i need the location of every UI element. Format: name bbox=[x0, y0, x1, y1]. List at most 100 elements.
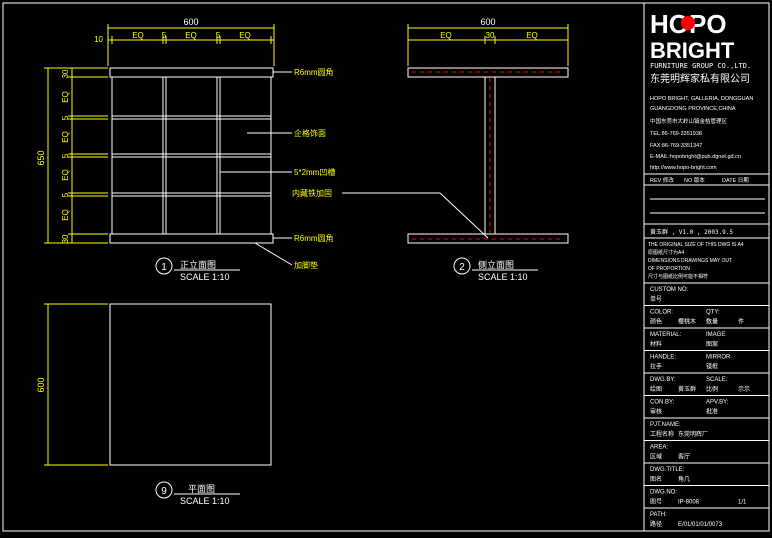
plan-dimension-lines bbox=[44, 303, 108, 466]
field-1-value: 樱桃木 bbox=[678, 318, 696, 326]
field-6-label-cn: 工程名称 bbox=[650, 430, 674, 438]
plan-label-number: 9 bbox=[161, 486, 167, 497]
front-top-dim-4: 5 bbox=[216, 31, 221, 40]
rev-header-rev: REV 修改 bbox=[650, 176, 674, 184]
field-4-value: 黄玉群 bbox=[678, 385, 696, 393]
field-2-label-en: MATERIAL: bbox=[650, 332, 682, 338]
front-side-dim-1: EQ bbox=[61, 91, 70, 103]
plan-view-scale: SCALE 1:10 bbox=[180, 496, 230, 506]
field-9-label-cn: 图号 bbox=[650, 499, 662, 506]
field-1-value2: 件 bbox=[738, 318, 744, 326]
callout-groove: 5*2mm凹槽 bbox=[294, 167, 335, 177]
company-info-4: FAX:86-769-3351347 bbox=[650, 143, 702, 149]
field-4-value2: 示示 bbox=[738, 386, 750, 393]
logo-company-cn: 东莞明辉家私有限公司 bbox=[650, 72, 750, 85]
title-block: HOPO BRIGHT FURNITURE GROUP CO.,LTD. 东莞明… bbox=[643, 3, 769, 531]
note-0: THE ORIGINAL SIZE OF THIS DWG IS A4 bbox=[648, 242, 744, 248]
callout-top-radius: R6mm圆角 bbox=[294, 67, 334, 77]
plan-view-rect bbox=[109, 303, 272, 466]
field-8-label-cn: 图名 bbox=[650, 475, 662, 483]
field-10-value: E/01/01/01/0073 bbox=[678, 522, 723, 528]
field-2-label2-cn: 图案 bbox=[706, 340, 718, 348]
front-side-dim-8: 30 bbox=[61, 234, 70, 243]
field-5-label2-en: APV.BY: bbox=[706, 400, 729, 406]
field-8-value: 角几 bbox=[678, 475, 690, 483]
field-5-label-en: CON.BY: bbox=[650, 400, 675, 406]
field-6-value: 东莞明辉厂 bbox=[678, 430, 708, 438]
field-1-label2-en: QTY: bbox=[706, 310, 720, 316]
field-0-label-en: CUSTOM NO: bbox=[650, 287, 689, 293]
front-base-board bbox=[109, 233, 274, 244]
note-3: OF PROPORTION bbox=[648, 266, 690, 272]
company-info-5: E-MAIL:hopobright@pub.dgnet.gd.cn bbox=[650, 154, 741, 160]
front-top-dim-1: EQ bbox=[132, 31, 144, 40]
field-3-label-cn: 拉手 bbox=[650, 363, 662, 371]
side-hidden-steel bbox=[412, 71, 564, 240]
logo-bright: BRIGHT bbox=[650, 38, 735, 63]
field-7-label-cn: 区域 bbox=[650, 453, 662, 461]
company-info-0: HOPO BRIGHT, GALLERIA, DONGGUAN bbox=[650, 96, 753, 102]
rev-header-date: DATE 日期 bbox=[722, 177, 749, 184]
side-top-dim-1: 30 bbox=[486, 31, 495, 40]
company-info-3: TEL:86-769-3351938 bbox=[650, 131, 702, 137]
field-4-label-en: DWG.BY: bbox=[650, 377, 676, 383]
front-elevation-view bbox=[109, 67, 274, 244]
note-4: 尺寸与图纸比例可能不相符 bbox=[648, 273, 708, 280]
side-top-dim-0: EQ bbox=[440, 31, 452, 40]
front-view-title: 正立面图 bbox=[180, 259, 216, 270]
plan-view-title: 平面图 bbox=[188, 484, 215, 494]
note-1: 原图纸尺寸为A4 bbox=[648, 249, 684, 256]
field-5-label2-cn: 批准 bbox=[706, 408, 718, 416]
rev-header-no: NO 版本 bbox=[684, 176, 705, 184]
front-top-dim-2: 5 bbox=[162, 31, 167, 40]
front-dimension-lines bbox=[44, 24, 275, 244]
front-side-dim-2: 5 bbox=[61, 115, 70, 120]
designer-row: 黄玉群 , V1.0 , 2003.9.5 bbox=[650, 228, 733, 236]
field-1-label-en: COLOR: bbox=[650, 310, 673, 316]
field-2-label-cn: 材料 bbox=[650, 340, 662, 348]
callout-grid-finish: 企格饰面 bbox=[294, 128, 326, 138]
front-side-dim-7: EQ bbox=[61, 209, 70, 221]
field-6-label-en: PJT.NAME: bbox=[650, 422, 681, 428]
field-5-label-cn: 审核 bbox=[650, 408, 662, 416]
front-callout-leaders bbox=[220, 71, 293, 266]
field-9-label-en: DWG.NO: bbox=[650, 490, 677, 496]
front-view-scale: SCALE 1:10 bbox=[180, 272, 230, 282]
front-top-dim-3: EQ bbox=[185, 31, 197, 40]
field-1-label2-cn: 数量 bbox=[706, 318, 718, 326]
side-view-scale: SCALE 1:10 bbox=[478, 272, 528, 282]
side-top-dim-2: EQ bbox=[526, 31, 538, 40]
field-2-label2-en: IMAGE bbox=[706, 332, 725, 338]
front-side-dim-3: EQ bbox=[61, 131, 70, 143]
field-7-value: 客厅 bbox=[678, 453, 690, 461]
front-top-dim-5: EQ bbox=[239, 31, 251, 40]
callout-steel-reinforce: 内藏铁加固 bbox=[292, 188, 332, 198]
front-frame bbox=[111, 76, 272, 235]
field-1-label-cn: 颜色 bbox=[650, 318, 662, 326]
field-10-label-en: PATH: bbox=[650, 512, 667, 518]
cad-drawing-canvas: 600 10 EQ 5 EQ 5 EQ 650 30 EQ 5 EQ 5 EQ … bbox=[0, 0, 772, 534]
front-side-dim-4: 5 bbox=[61, 153, 70, 158]
field-3-label2-cn: 镜框 bbox=[706, 363, 718, 371]
field-9-value2: 1/1 bbox=[738, 500, 747, 506]
field-4-label-cn: 绘图 bbox=[650, 385, 662, 393]
field-9-value: IP-8008 bbox=[678, 500, 700, 506]
side-label-number: 2 bbox=[459, 262, 465, 273]
callout-foot-pad: 加脚垫 bbox=[294, 260, 318, 270]
field-0-label-cn: 单号 bbox=[650, 295, 662, 303]
side-elevation-view bbox=[407, 67, 569, 244]
front-side-dim-5: EQ bbox=[61, 169, 70, 181]
field-4-label2-cn: 比例 bbox=[706, 385, 718, 393]
title-block-fields: CUSTOM NO: 单号 COLOR: 颜色 樱桃木 QTY: 数量 件 MATERIAL: 材… bbox=[644, 282, 769, 528]
field-3-label-en: HANDLE: bbox=[650, 355, 676, 361]
callout-base-radius: R6mm圆角 bbox=[294, 233, 334, 243]
field-4-label2-en: SCALE: bbox=[706, 377, 728, 383]
front-top-board bbox=[109, 67, 274, 78]
logo-dot-icon bbox=[681, 16, 695, 30]
field-10-label-cn: 路径 bbox=[650, 520, 662, 528]
company-info-6: http://www.hopo-bright.com bbox=[650, 165, 717, 171]
side-view-title: 侧立面图 bbox=[478, 259, 514, 270]
field-3-label2-en: MIRROR bbox=[706, 355, 731, 361]
front-top-dim-0: 10 bbox=[94, 35, 103, 44]
front-width-dim: 600 bbox=[183, 17, 198, 27]
